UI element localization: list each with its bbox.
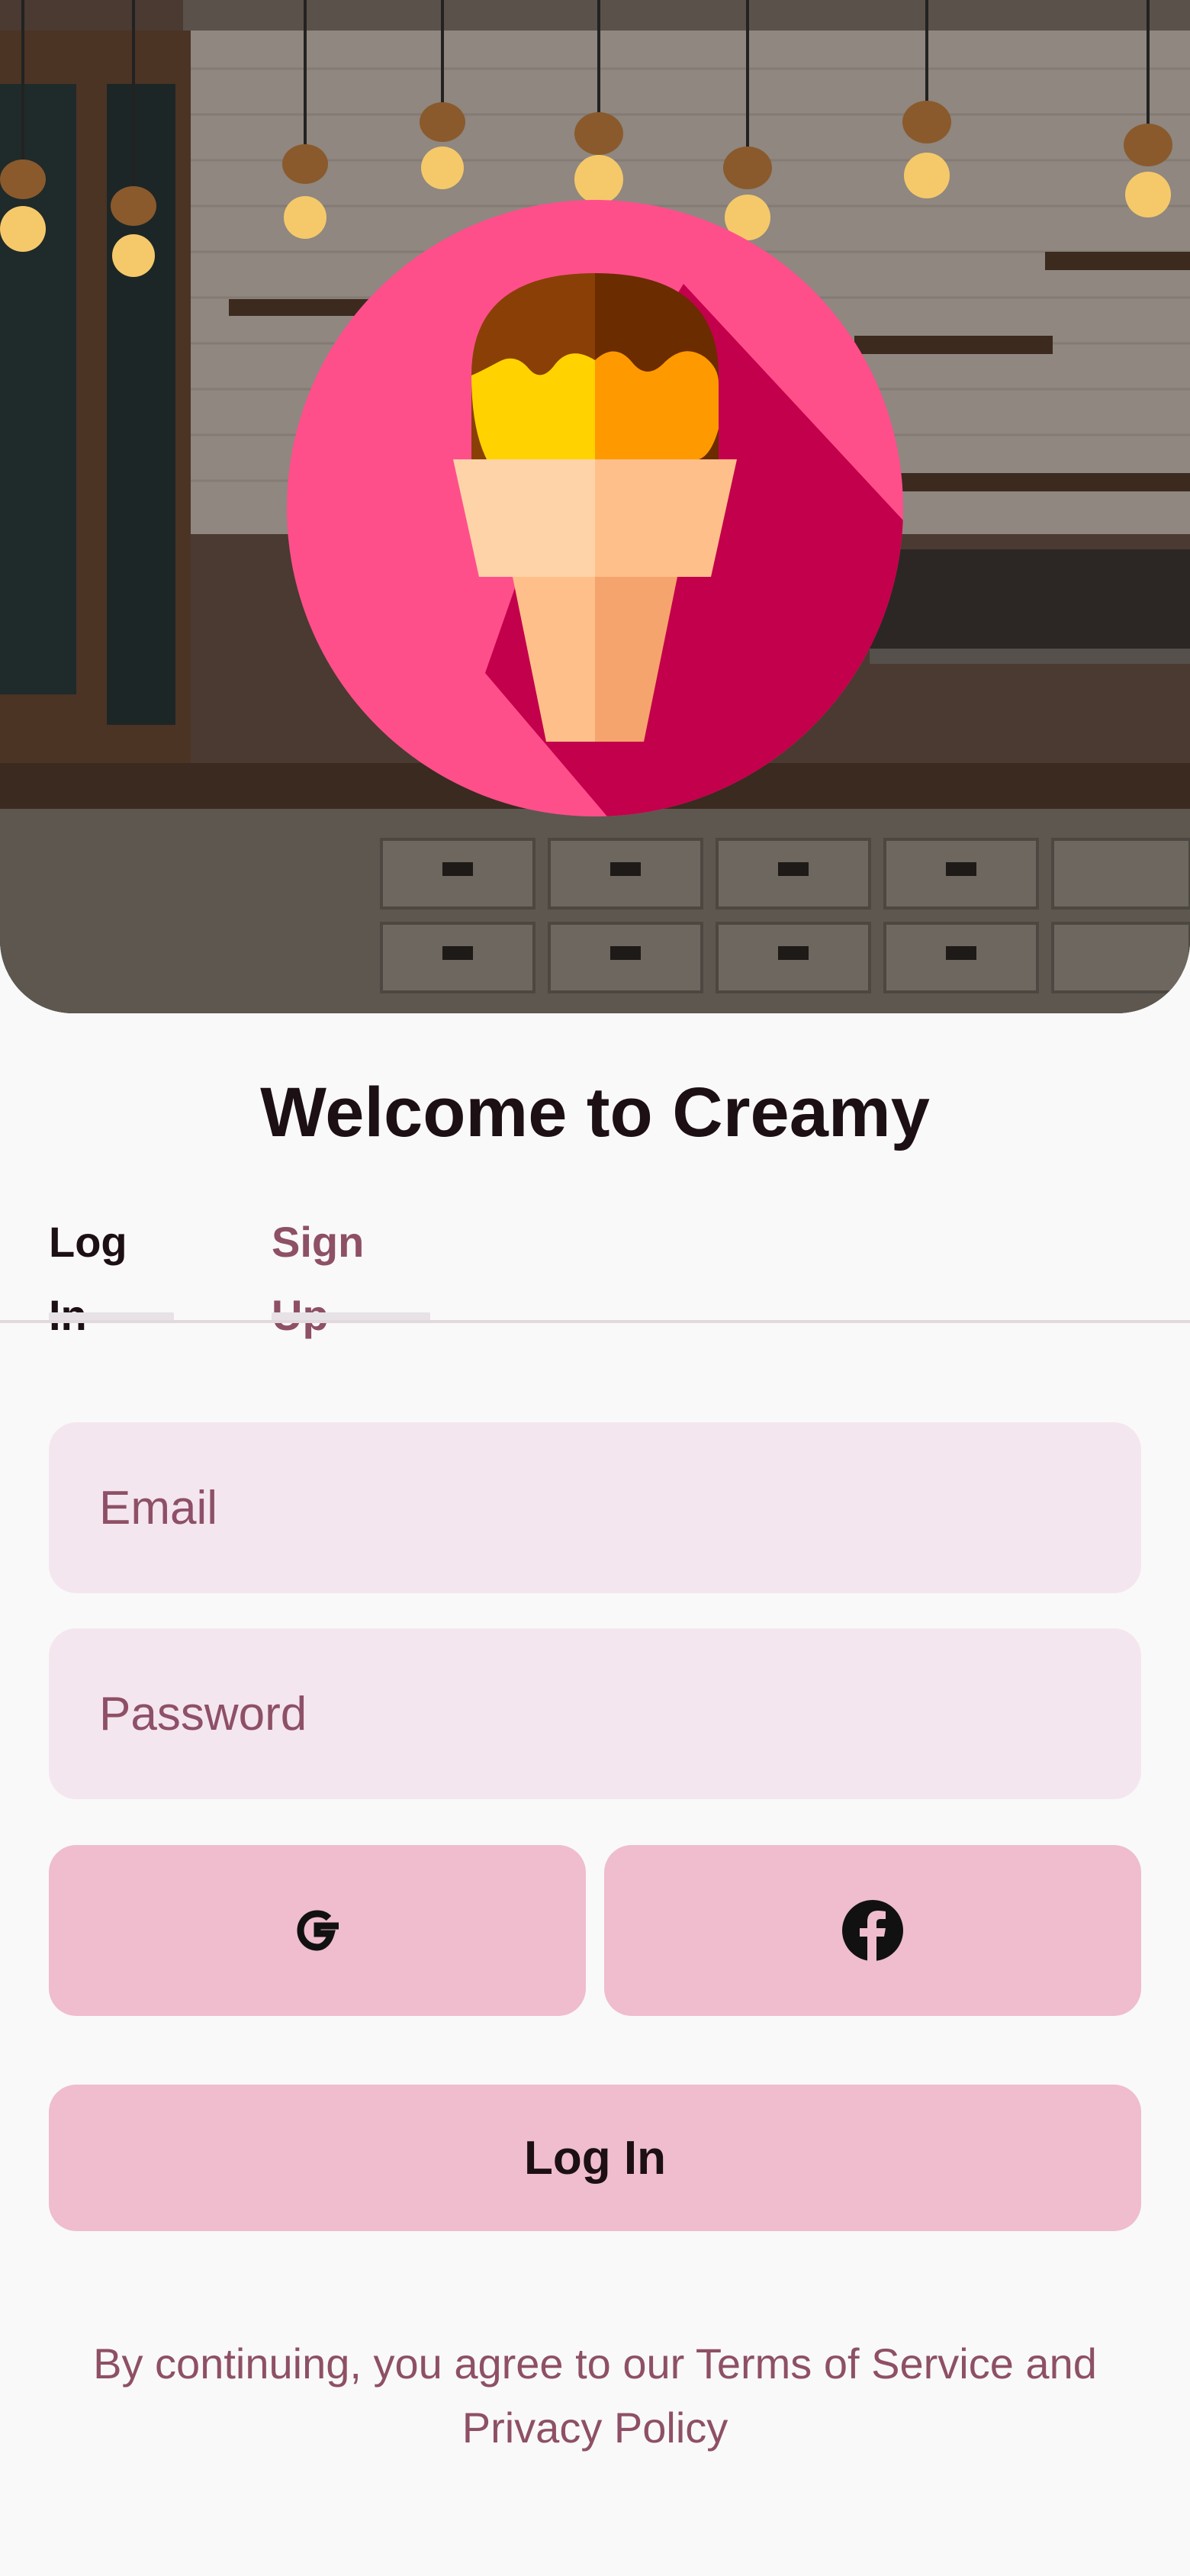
ice-cream-cone-icon [287, 200, 903, 816]
facebook-login-button[interactable] [604, 1845, 1141, 2016]
email-field[interactable] [49, 1422, 1141, 1593]
privacy-policy-link[interactable]: Privacy Policy [462, 2404, 728, 2452]
password-input[interactable] [99, 1628, 1141, 1799]
hero-image [0, 0, 1190, 1013]
tab-log-in[interactable]: Log In [49, 1206, 174, 1339]
tab-sign-up[interactable]: Sign Up [272, 1206, 430, 1339]
page-title: Welcome to Creamy [260, 1074, 930, 1151]
google-icon [297, 1910, 339, 1951]
auth-tabs: Log In Sign Up [0, 1206, 1190, 1339]
google-login-button[interactable] [49, 1845, 586, 2016]
legal-notice: By continuing, you agree to our Terms of… [61, 2332, 1129, 2460]
legal-and: and [1013, 2339, 1097, 2388]
legal-prefix: By continuing, you agree to our [93, 2339, 696, 2388]
terms-of-service-link[interactable]: Terms of Service [696, 2339, 1014, 2388]
log-in-button[interactable]: Log In [49, 2085, 1141, 2231]
email-input[interactable] [99, 1422, 1141, 1593]
password-field[interactable] [49, 1628, 1141, 1799]
tabs-divider [0, 1320, 1190, 1323]
facebook-icon [842, 1900, 903, 1961]
